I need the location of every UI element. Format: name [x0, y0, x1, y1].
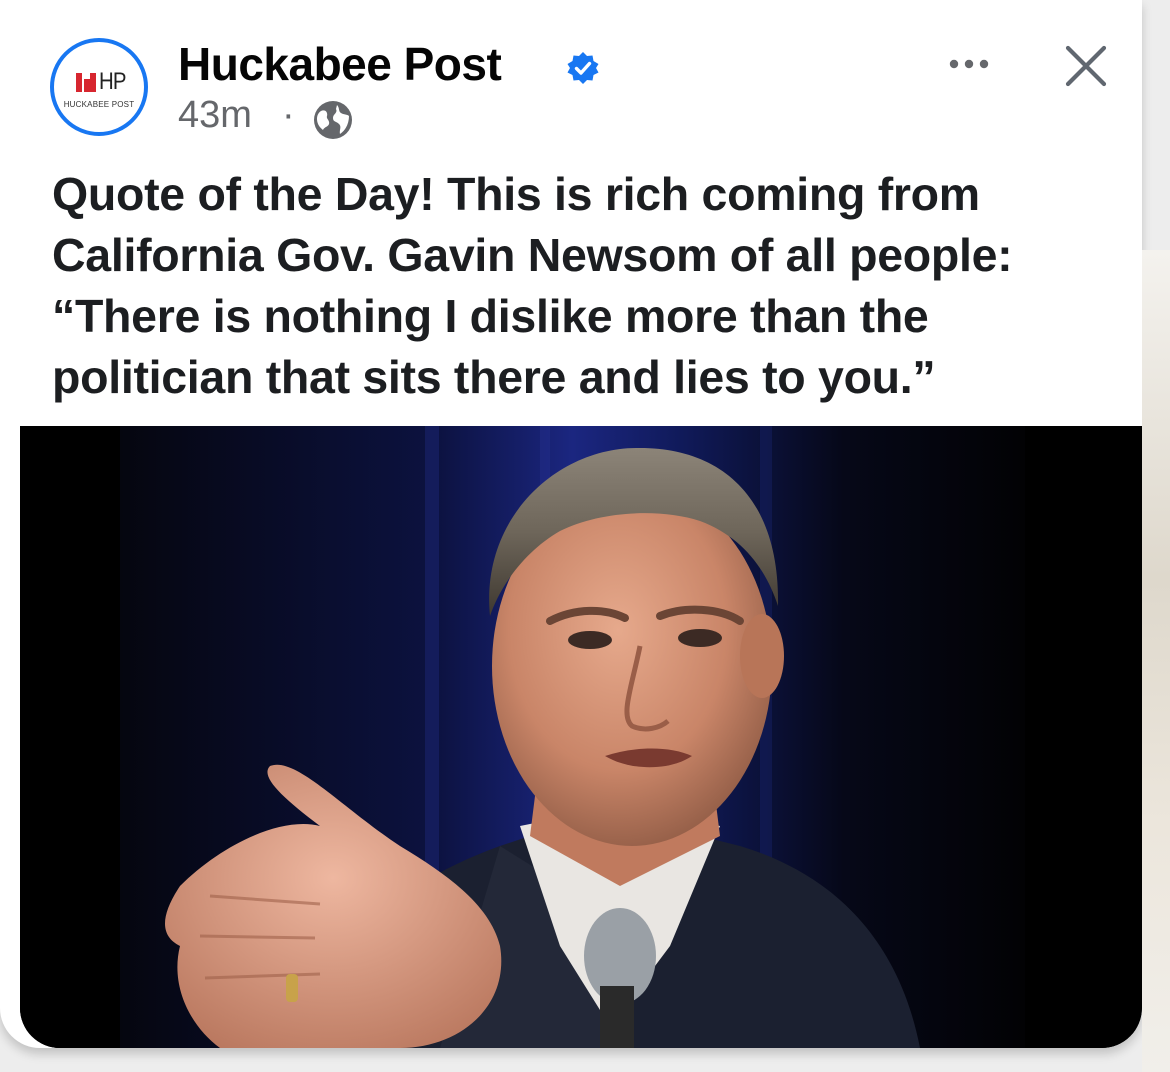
three-red-bars-icon: [76, 73, 96, 92]
avatar-logo-text: HP: [99, 68, 127, 95]
page-name[interactable]: Huckabee Post: [178, 37, 502, 91]
more-options-icon[interactable]: [944, 44, 994, 84]
globe-icon: [314, 101, 352, 139]
post-text-line: California Gov. Gavin Newsom of all peop…: [52, 229, 1013, 281]
post-text-line: Quote of the Day! This is rich coming fr…: [52, 168, 980, 220]
post-body-text: Quote of the Day! This is rich coming fr…: [52, 164, 1122, 408]
post-text-line: “There is nothing I dislike more than th…: [52, 290, 929, 342]
post-photo[interactable]: [20, 426, 1142, 1048]
close-icon[interactable]: [1060, 40, 1112, 92]
post-timestamp[interactable]: 43m: [178, 94, 252, 137]
background-strip: [1142, 250, 1170, 1072]
post-card: HP HUCKABEE POST Huckabee Post 43m · Quo…: [0, 0, 1142, 1048]
post-text-line: politician that sits there and lies to y…: [52, 351, 936, 403]
avatar-logo-subtext: HUCKABEE POST: [63, 100, 135, 109]
verified-badge-icon: [567, 52, 599, 84]
meta-separator: ·: [282, 94, 295, 136]
photo-illustration: [20, 426, 1142, 1048]
page-avatar[interactable]: HP HUCKABEE POST: [50, 38, 148, 136]
